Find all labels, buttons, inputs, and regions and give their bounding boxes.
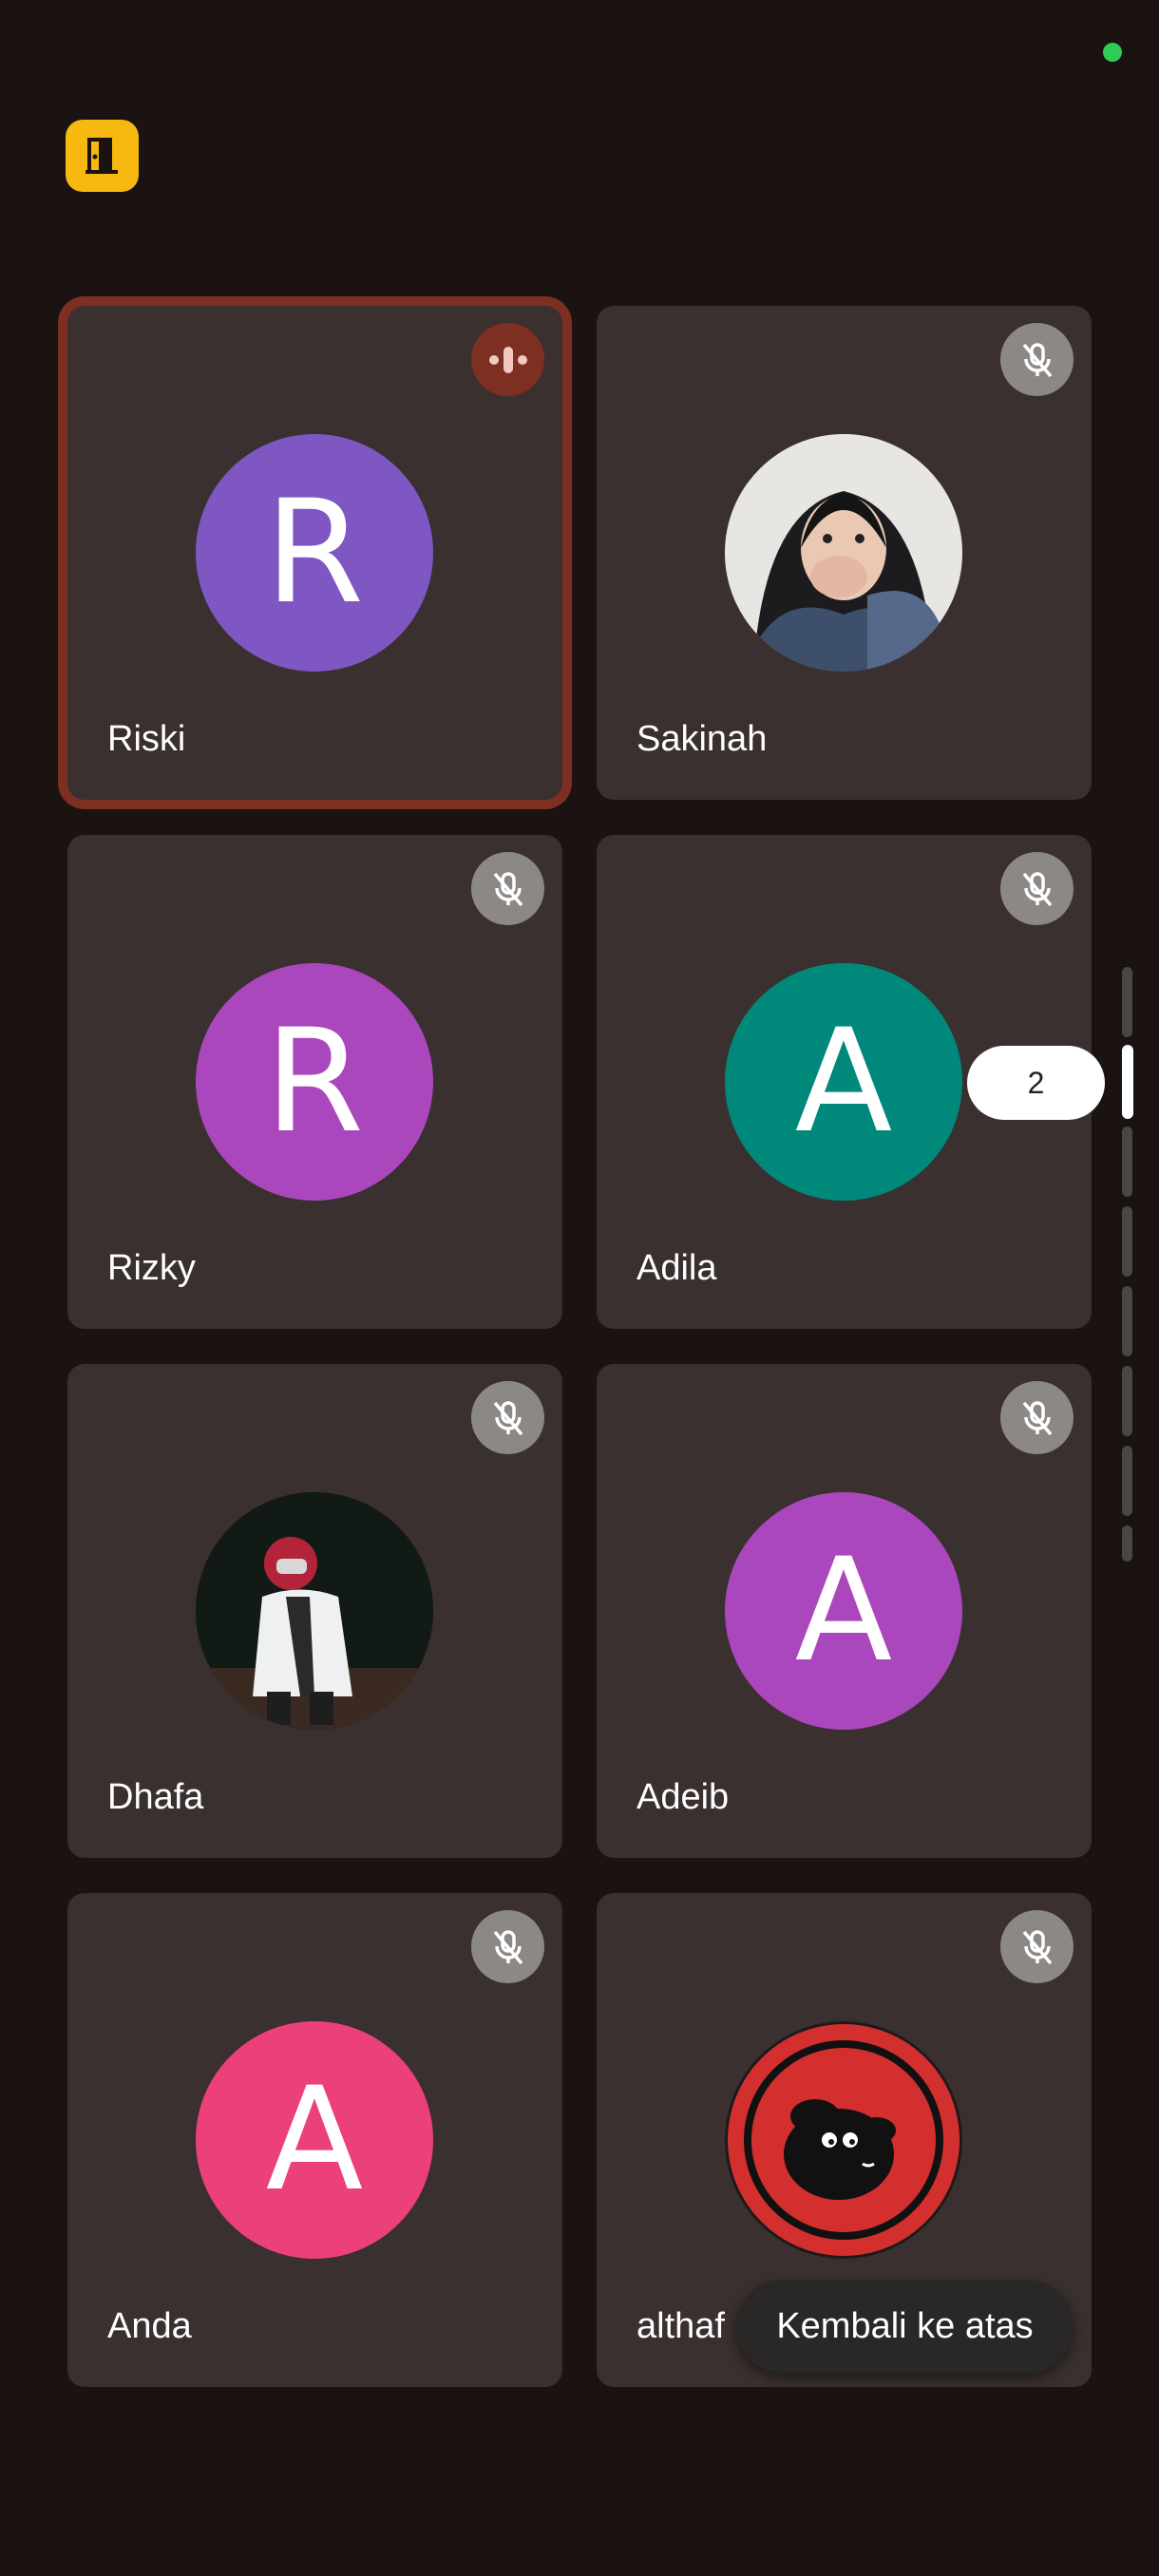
avatar: R — [196, 963, 433, 1201]
mic-off-icon — [1022, 1400, 1052, 1435]
avatar-photo — [725, 434, 962, 672]
scroll-segment — [1122, 1446, 1132, 1516]
avatar-photo — [725, 2021, 962, 2259]
participant-name: Rizky — [107, 1248, 196, 1288]
avatar-initial: R — [264, 470, 365, 635]
mic-off-badge — [1000, 852, 1074, 925]
camera-indicator-dot — [1103, 43, 1122, 62]
avatar-photo — [196, 1492, 433, 1730]
mic-off-badge — [1000, 1910, 1074, 1983]
door-exit-icon — [85, 138, 118, 174]
audio-level-icon — [488, 346, 527, 373]
participant-tile-rizky[interactable]: R Rizky — [67, 835, 562, 1329]
avatar-initial: A — [794, 999, 893, 1165]
avatar: A — [725, 963, 962, 1201]
scroll-segment — [1122, 1206, 1132, 1277]
leave-call-button[interactable] — [66, 120, 139, 192]
scroll-thumb[interactable] — [1122, 1045, 1133, 1119]
page-indicator: 2 — [967, 1046, 1105, 1120]
participant-tile-dhafa[interactable]: Dhafa — [67, 1364, 562, 1858]
avatar-initial: A — [265, 2057, 364, 2223]
avatar-initial: R — [264, 999, 365, 1165]
participant-tile-sakinah[interactable]: Sakinah — [597, 306, 1092, 800]
participant-tile-adeib[interactable]: A Adeib — [597, 1364, 1092, 1858]
participant-name: Adila — [636, 1248, 717, 1288]
scroll-segment — [1122, 967, 1132, 1037]
avatar: A — [196, 2021, 433, 2259]
mic-off-badge — [471, 1381, 544, 1454]
avatar-initial: A — [794, 1528, 893, 1694]
mic-off-icon — [493, 1400, 522, 1435]
mic-off-badge — [1000, 323, 1074, 396]
mic-off-icon — [493, 871, 522, 906]
participant-name: Riski — [107, 719, 186, 759]
mic-off-icon — [1022, 1929, 1052, 1964]
mic-off-icon — [1022, 342, 1052, 377]
speaking-indicator — [471, 323, 544, 396]
avatar: A — [725, 1492, 962, 1730]
mic-off-icon — [1022, 871, 1052, 906]
participant-name: Dhafa — [107, 1777, 204, 1817]
back-to-top-button[interactable]: Kembali ke atas — [736, 2280, 1074, 2373]
avatar: R — [196, 434, 433, 672]
scroll-segment — [1122, 1286, 1132, 1356]
mic-off-badge — [471, 852, 544, 925]
scroll-segment — [1122, 1366, 1132, 1436]
participant-name: althaf — [636, 2306, 725, 2346]
scroll-segment — [1122, 1525, 1132, 1562]
participant-name: Adeib — [636, 1777, 730, 1817]
mic-off-badge — [471, 1910, 544, 1983]
participant-name: Sakinah — [636, 719, 768, 759]
mic-off-icon — [493, 1929, 522, 1964]
mic-off-badge — [1000, 1381, 1074, 1454]
participant-name: Anda — [107, 2306, 192, 2346]
participant-tile-riski[interactable]: R Riski — [67, 306, 562, 800]
scroll-segment — [1122, 1127, 1132, 1197]
participant-tile-anda[interactable]: A Anda — [67, 1893, 562, 2387]
